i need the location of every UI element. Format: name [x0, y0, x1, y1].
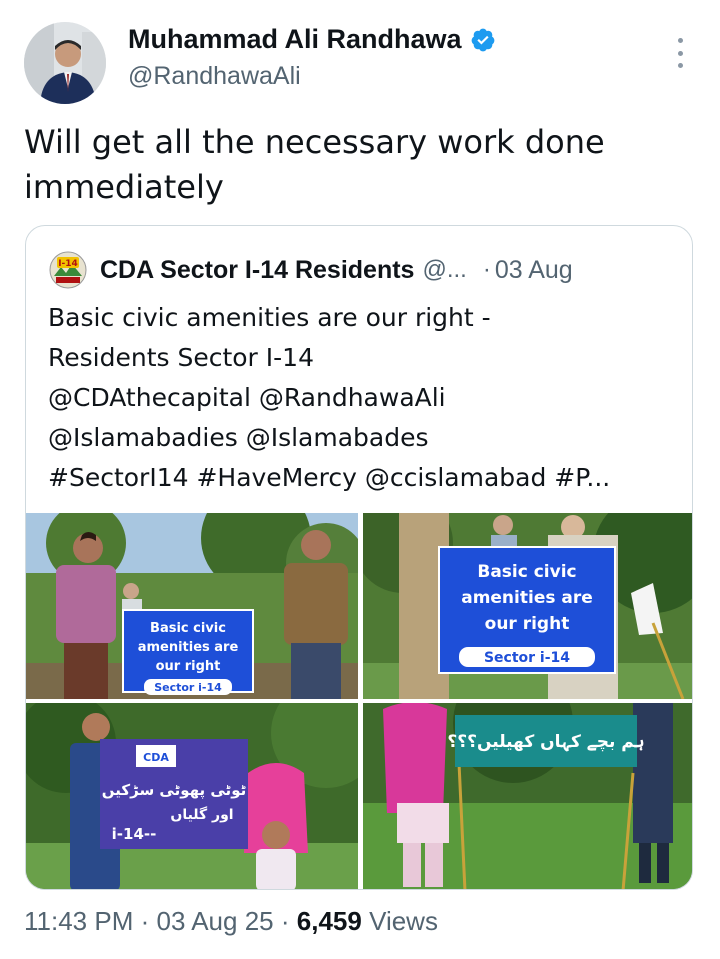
photo-3[interactable]: CDA ٹوٹی پھوٹی سڑکیں اور گلیاں i-14-- — [26, 703, 358, 889]
tweet-text: Will get all the necessary work done imm… — [24, 120, 684, 210]
quoted-text-line: Basic civic amenities are our right - — [48, 303, 491, 332]
author-name-text: Muhammad Ali Randhawa — [128, 24, 462, 54]
author-name[interactable]: Muhammad Ali Randhawa — [128, 24, 496, 55]
more-options-icon[interactable] — [668, 38, 692, 68]
quoted-avatar-logo: I-14 — [48, 250, 88, 290]
photo-2-sign-line: our right — [485, 614, 570, 634]
quoted-text-line: @Islamabadies @Islamabades — [48, 423, 429, 452]
views-count[interactable]: 6,459 — [297, 906, 362, 936]
photo-4[interactable]: ہم بچے کہاں کھیلیں؟؟؟ — [363, 703, 692, 889]
photo-1-sign-line: amenities are — [138, 640, 239, 655]
quoted-separator: · — [482, 256, 491, 283]
photo-3-sign-logo: CDA — [143, 751, 169, 764]
photo-2-image: Basic civic amenities are our right Sect… — [363, 513, 692, 699]
quoted-tweet-header: I-14 CDA Sector I-14 Residents @... · 03… — [48, 250, 672, 290]
tweet-time[interactable]: 11:43 PM — [24, 906, 133, 936]
tweet-date[interactable]: 03 Aug 25 — [157, 906, 274, 936]
author-photo — [24, 22, 106, 104]
photo-3-sign-line: اور گلیاں — [170, 806, 233, 823]
tweet-meta: 11:43 PM · 03 Aug 25 · 6,459 Views — [24, 906, 438, 937]
photo-grid: Basic civic amenities are our right Sect… — [26, 513, 692, 889]
quoted-date[interactable]: 03 Aug — [495, 256, 573, 285]
photo-3-sign-line: ٹوٹی پھوٹی سڑکیں — [102, 781, 246, 800]
verified-badge-icon — [471, 28, 494, 51]
quoted-text-line: Residents Sector I-14 — [48, 343, 314, 372]
photo-4-sign-line: ہم بچے کہاں کھیلیں؟؟؟ — [447, 732, 644, 752]
photo-1-image: Basic civic amenities are our right Sect… — [26, 513, 358, 699]
tweet-text-line: Will get all the necessary work done — [24, 123, 605, 161]
quoted-text-line: @CDAthecapital @RandhawaAli — [48, 383, 446, 412]
quoted-text-line: #SectorI14 #HaveMercy @ccislamabad #P... — [48, 463, 611, 492]
quoted-tweet-text: Basic civic amenities are our right - Re… — [48, 298, 678, 498]
photo-2[interactable]: Basic civic amenities are our right Sect… — [363, 513, 692, 699]
author-avatar[interactable] — [24, 22, 106, 104]
photo-2-sign-line: Basic civic — [477, 562, 576, 582]
photo-4-image: ہم بچے کہاں کھیلیں؟؟؟ — [363, 703, 692, 889]
photo-2-sign-footer: Sector i-14 — [484, 650, 570, 666]
views-label: Views — [369, 906, 438, 936]
meta-separator: · — [280, 906, 290, 936]
photo-2-sign-line: amenities are — [461, 588, 593, 608]
quoted-author-handle[interactable]: @... — [422, 256, 466, 284]
photo-3-sign-footer: i-14-- — [112, 825, 157, 843]
quoted-avatar[interactable]: I-14 — [48, 250, 88, 290]
quoted-avatar-text: I-14 — [58, 259, 78, 269]
quoted-tweet-card[interactable]: I-14 CDA Sector I-14 Residents @... · 03… — [25, 225, 693, 890]
quoted-author-name[interactable]: CDA Sector I-14 Residents — [100, 256, 414, 285]
meta-separator: · — [140, 906, 150, 936]
tweet-text-line: immediately — [24, 168, 224, 206]
photo-3-image: CDA ٹوٹی پھوٹی سڑکیں اور گلیاں i-14-- — [26, 703, 358, 889]
author-handle[interactable]: @RandhawaAli — [128, 62, 301, 91]
photo-1-sign-line: our right — [156, 659, 221, 674]
photo-1-sign-footer: Sector i-14 — [154, 681, 222, 694]
photo-1[interactable]: Basic civic amenities are our right Sect… — [26, 513, 358, 699]
photo-1-sign-line: Basic civic — [150, 621, 226, 636]
